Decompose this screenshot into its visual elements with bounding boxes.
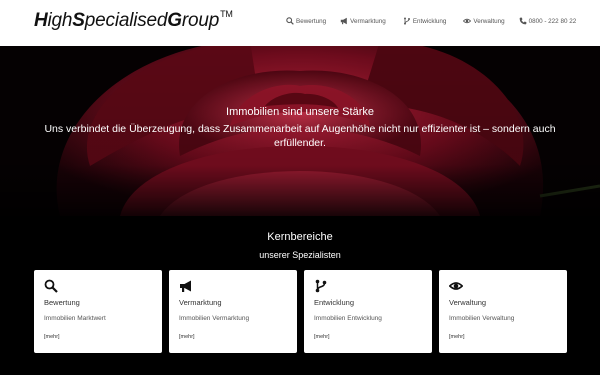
search-icon bbox=[286, 17, 294, 25]
branch-icon bbox=[403, 17, 410, 25]
card-title: Vermarktung bbox=[179, 298, 222, 307]
nav-item-label: Entwicklung bbox=[412, 17, 447, 25]
card-entwicklung[interactable]: Entwicklung Immobilien Entwicklung [mehr… bbox=[304, 270, 432, 353]
eye-icon bbox=[463, 18, 472, 24]
nav-item-verwaltung[interactable]: Verwaltung bbox=[463, 17, 505, 25]
site-header: HighSpecialisedGroupTM Bewertung Vermark… bbox=[0, 0, 600, 46]
eye-icon bbox=[449, 282, 463, 290]
nav-item-entwicklung[interactable]: Entwicklung bbox=[403, 17, 447, 25]
megaphone-icon bbox=[340, 17, 347, 25]
more-link[interactable]: [mehr] bbox=[314, 334, 330, 340]
phone-number: 0800 - 222 80 22 bbox=[528, 17, 577, 25]
site-logo[interactable]: HighSpecialisedGroupTM bbox=[34, 9, 233, 32]
card-title: Verwaltung bbox=[449, 298, 487, 307]
nav-item-vermarktung[interactable]: Vermarktung bbox=[340, 17, 386, 25]
card-bewertung[interactable]: Bewertung Immobilien Marktwert [mehr] bbox=[34, 270, 162, 353]
branch-icon bbox=[315, 279, 327, 293]
card-description: Immobilien Vermarktung bbox=[179, 315, 250, 322]
card-title: Bewertung bbox=[44, 298, 80, 307]
trademark-symbol: TM bbox=[220, 9, 233, 19]
card-title: Entwicklung bbox=[314, 298, 355, 307]
hero-subtitle: Uns verbindet die Überzeugung, dass Zusa… bbox=[44, 123, 556, 149]
more-link[interactable]: [mehr] bbox=[179, 334, 195, 340]
card-verwaltung[interactable]: Verwaltung Immobilien Verwaltung [mehr] bbox=[439, 270, 567, 353]
more-link[interactable]: [mehr] bbox=[44, 334, 60, 340]
nav-item-bewertung[interactable]: Bewertung bbox=[286, 17, 326, 25]
section-subtitle: unserer Spezialisten bbox=[259, 250, 341, 260]
nav-item-label: Vermarktung bbox=[350, 17, 386, 25]
search-icon bbox=[44, 279, 58, 293]
nav-phone[interactable]: 0800 - 222 80 22 bbox=[519, 17, 577, 25]
card-description: Immobilien Verwaltung bbox=[449, 315, 515, 322]
hero-banner: Immobilien sind unsere Stärke Uns verbin… bbox=[0, 46, 600, 216]
card-description: Immobilien Entwicklung bbox=[314, 315, 382, 322]
nav-item-label: Verwaltung bbox=[473, 17, 505, 25]
megaphone-icon bbox=[180, 280, 191, 292]
section-title: Kernbereiche bbox=[267, 231, 333, 243]
nav-item-label: Bewertung bbox=[296, 17, 327, 25]
more-link[interactable]: [mehr] bbox=[449, 334, 465, 340]
main-nav: Bewertung Vermarktung Entwicklung Verwal… bbox=[286, 17, 576, 25]
hero-title: Immobilien sind unsere Stärke bbox=[226, 106, 374, 118]
card-description: Immobilien Marktwert bbox=[44, 315, 106, 322]
card-vermarktung[interactable]: Vermarktung Immobilien Vermarktung [mehr… bbox=[169, 270, 297, 353]
phone-icon bbox=[519, 17, 526, 25]
